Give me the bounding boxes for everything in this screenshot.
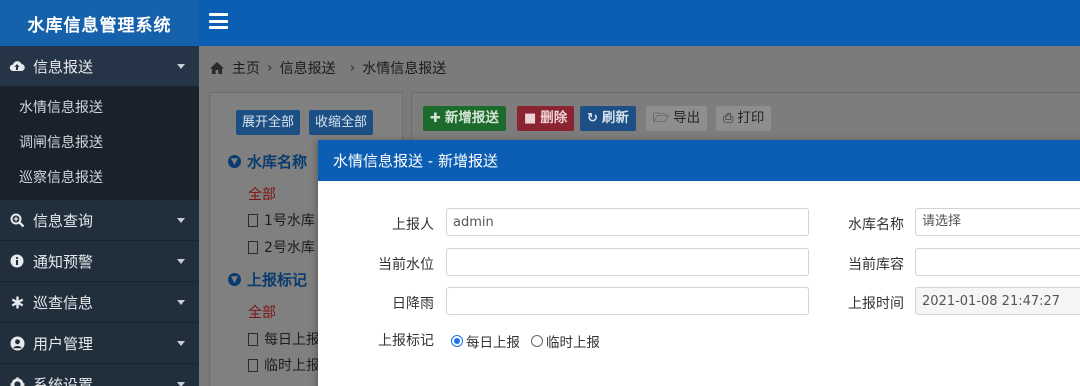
tree-node-all[interactable]: 全部 [248, 184, 276, 204]
sidebar: 水库信息管理系统 信息报送 水情信息报送 调闸信息报送 巡察信息报送 信息查询 … [0, 0, 199, 386]
asterisk-icon [8, 293, 26, 311]
print-button[interactable]: ⎙ 打印 [716, 106, 772, 131]
expand-all-button[interactable]: 展开全部 [236, 110, 301, 135]
print-icon: ⎙ [723, 111, 734, 126]
tree-node-leaf[interactable]: 1号水库 [248, 210, 315, 230]
reservoir-label: 水库名称 [848, 217, 904, 233]
collapse-all-button[interactable]: 收缩全部 [309, 110, 374, 135]
submenu-info-report: 水情信息报送 调闸信息报送 巡察信息报送 [0, 87, 199, 200]
radio-daily-report[interactable]: 每日上报 [451, 331, 520, 351]
menu-system-settings[interactable]: 系统设置 [0, 364, 199, 386]
file-icon [248, 240, 258, 254]
hamburger-menu-icon[interactable] [209, 13, 228, 29]
gear-icon [8, 375, 26, 386]
report-mark-label: 上报标记 [378, 333, 434, 349]
breadcrumb: 主页 › 信息报送 › 水情信息报送 [199, 46, 1080, 90]
chevron-down-circle-icon: ▼ [228, 273, 241, 286]
rainfall-input[interactable] [446, 287, 809, 315]
radio-unchecked-icon [531, 335, 543, 347]
refresh-button[interactable]: ↻ 刷新 [580, 106, 636, 131]
caret-down-icon [177, 381, 185, 386]
breadcrumb-current: 水情信息报送 [362, 61, 447, 77]
tree-node-leaf[interactable]: 临时上报 [248, 355, 320, 375]
delete-button[interactable]: ■ 删除 [517, 106, 575, 131]
radio-temporary-report[interactable]: 临时上报 [531, 331, 600, 351]
rainfall-label: 日降雨 [392, 296, 434, 312]
menu-notice-warning[interactable]: 通知预警 [0, 241, 199, 282]
breadcrumb-home[interactable]: 主页 [232, 58, 260, 78]
file-icon [248, 332, 258, 346]
top-navbar [199, 0, 1080, 46]
chevron-down-circle-icon: ▼ [228, 155, 241, 168]
add-report-modal: 水情信息报送 - 新增报送 上报人 水库名称 请选择 当前水位 当前库容 日降雨… [318, 140, 1080, 386]
folder-open-icon: 🗁 [653, 111, 670, 126]
sidebar-item-water-report[interactable]: 水情信息报送 [0, 91, 199, 126]
sidebar-item-patrol-report[interactable]: 巡察信息报送 [0, 161, 199, 196]
tree-group-reservoir[interactable]: ▼ 水库名称 [228, 151, 307, 172]
info-icon [8, 252, 26, 270]
home-icon [209, 61, 225, 75]
file-icon [248, 213, 258, 227]
water-level-label: 当前水位 [378, 257, 434, 273]
menu-user-management[interactable]: 用户管理 [0, 323, 199, 364]
tree-node-all[interactable]: 全部 [248, 302, 276, 322]
caret-down-icon [177, 63, 185, 69]
file-icon [248, 358, 258, 372]
caret-down-icon [177, 217, 185, 223]
capacity-label: 当前库容 [848, 257, 904, 273]
sidebar-item-gate-report[interactable]: 调闸信息报送 [0, 126, 199, 161]
radio-checked-icon [451, 335, 463, 347]
tree-node-leaf[interactable]: 2号水库 [248, 237, 315, 257]
caret-down-icon [177, 299, 185, 305]
export-button[interactable]: 🗁 导出 [646, 106, 708, 131]
add-report-button[interactable]: ✚ 新增报送 [423, 106, 506, 131]
reservoir-select[interactable]: 请选择 [915, 208, 1080, 236]
report-time-input[interactable] [915, 287, 1080, 315]
user-circle-icon [8, 334, 26, 352]
capacity-input[interactable] [915, 248, 1080, 276]
breadcrumb-level1[interactable]: 信息报送 [280, 58, 336, 78]
plus-icon: ✚ [430, 111, 441, 126]
caret-down-icon [177, 340, 185, 346]
menu-info-report[interactable]: 信息报送 [0, 46, 199, 87]
app-title: 水库信息管理系统 [0, 0, 199, 46]
tree-group-mark[interactable]: ▼ 上报标记 [228, 269, 307, 290]
modal-title: 水情信息报送 - 新增报送 [318, 140, 1080, 181]
tree-node-leaf[interactable]: 每日上报 [248, 329, 320, 349]
water-level-input[interactable] [446, 248, 809, 276]
menu-patrol-info[interactable]: 巡查信息 [0, 282, 199, 323]
menu-info-query[interactable]: 信息查询 [0, 200, 199, 241]
reporter-input[interactable] [446, 208, 809, 236]
refresh-icon: ↻ [587, 111, 598, 126]
reporter-label: 上报人 [392, 217, 434, 233]
caret-down-icon [177, 258, 185, 264]
report-time-label: 上报时间 [848, 296, 904, 312]
cloud-upload-icon [8, 57, 26, 75]
trash-icon: ■ [524, 111, 537, 126]
search-plus-icon [8, 211, 26, 229]
